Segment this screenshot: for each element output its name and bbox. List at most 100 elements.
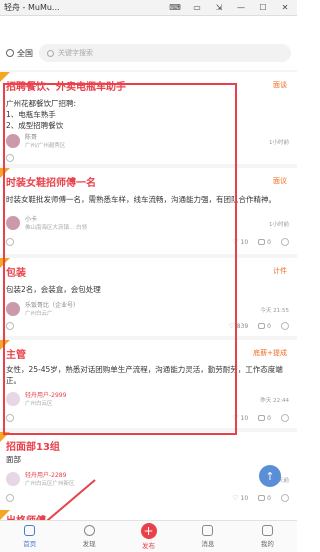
comment-count: 0	[267, 414, 271, 422]
share-icon[interactable]	[6, 322, 14, 330]
nav-messages-label: 消息	[201, 540, 215, 548]
like-count: 839	[236, 322, 249, 330]
resize-icon[interactable]: ⇲	[213, 3, 225, 12]
poster-location: 广州白云区	[25, 401, 53, 407]
job-description: 包装2名，会装盒，会包处理	[6, 285, 101, 294]
plus-icon: +	[140, 523, 157, 539]
poster-name: 轻舟用户-2289	[25, 472, 67, 479]
like-count: 10	[240, 238, 249, 246]
comment-count: 0	[267, 494, 271, 502]
more-icon[interactable]	[281, 494, 289, 502]
card-actions: ♡ 839 0	[6, 322, 289, 330]
nav-messages[interactable]: 消息	[178, 521, 237, 552]
share-icon[interactable]	[6, 238, 14, 246]
job-description: 面部	[6, 455, 21, 464]
poster-info[interactable]: 陈哥 广州/广州越秀区	[6, 132, 65, 149]
comment-button[interactable]: 0	[258, 323, 271, 330]
avatar	[6, 471, 20, 486]
like-count: 10	[240, 494, 249, 502]
nav-publish-label: 发布	[142, 542, 156, 550]
job-title: 主管	[6, 350, 26, 361]
job-title: 出格师傅	[6, 512, 46, 520]
poster-location: 广州/广州越秀区	[25, 143, 66, 149]
heart-icon: ♡	[232, 494, 239, 502]
nav-home[interactable]: 首页	[0, 521, 59, 552]
comment-button[interactable]: 0	[258, 495, 271, 502]
salary-tag: 计件	[273, 267, 287, 275]
job-description: 女性，25-45岁，熟悉对话团购单生产流程，沟通能力灵活，勤劳耐劳，工作态度端正…	[6, 365, 283, 385]
compass-icon	[83, 525, 95, 536]
poster-location: 广州白云区广州新区	[25, 481, 75, 487]
job-card[interactable]: 包装 计件 包装2名，会装盒，会包处理 乐饭哥比（企业号） 广州白云广 今天 2…	[0, 258, 297, 336]
comment-button[interactable]: 0	[258, 239, 271, 246]
screen-icon[interactable]: ▭	[191, 3, 203, 12]
scroll-top-button[interactable]: ↑	[259, 465, 281, 487]
job-card[interactable]: 时装女鞋招师傅一名 面议 时装女鞋批发师傅一名，需熟悉车样，线车流畅，沟通能力强…	[0, 168, 297, 254]
poster-location: 广州白云广	[25, 311, 53, 317]
avatar	[6, 301, 20, 316]
job-card[interactable]: 招聘餐饮、外卖电瓶车助手 面谈 广州花都餐饮厂招聘: 1、电瓶车熟手 2、成型招…	[0, 72, 297, 164]
poster-info[interactable]: 轻舟用户-2289 广州白云区广州新区	[6, 470, 75, 487]
heart-icon: ♡	[232, 414, 239, 422]
poster-location: 佛山南海区大沥镇... 白领	[25, 225, 87, 231]
poster-info[interactable]: 乐饭哥比（企业号） 广州白云广	[6, 300, 79, 317]
job-title: 招聘餐饮、外卖电瓶车助手	[6, 82, 126, 93]
job-card[interactable]: 出格师傅	[0, 510, 297, 520]
job-description: 广州花都餐饮厂招聘: 1、电瓶车熟手 2、成型招聘餐饮	[6, 99, 77, 130]
card-actions	[6, 154, 289, 162]
nav-profile[interactable]: 我的	[238, 521, 297, 552]
job-title: 包装	[6, 268, 26, 279]
location-pin-icon	[6, 49, 14, 57]
share-icon[interactable]	[6, 414, 14, 422]
like-button[interactable]: ♡ 10	[232, 414, 248, 422]
bottom-nav: 首页 发现 + 发布 消息 我的	[0, 520, 297, 552]
job-description: 时装女鞋批发师傅一名，需熟悉车样，线车流畅，沟通能力强，有团队合作精神。	[6, 195, 276, 204]
more-icon[interactable]	[281, 414, 289, 422]
salary-tag: 面议	[273, 177, 287, 185]
share-icon[interactable]	[6, 494, 14, 502]
nav-home-label: 首页	[23, 540, 37, 548]
like-button[interactable]: ♡ 10	[232, 494, 248, 502]
maximize-button[interactable]: ☐	[257, 3, 269, 12]
post-time: 昨天 22:44	[260, 398, 289, 404]
poster-name: 小卡	[25, 216, 38, 223]
nav-discover[interactable]: 发现	[59, 521, 118, 552]
like-button[interactable]: ♡ 839	[228, 322, 248, 330]
more-icon[interactable]	[281, 322, 289, 330]
user-icon	[261, 525, 273, 536]
search-icon	[47, 49, 54, 57]
message-icon	[202, 525, 214, 536]
poster-info[interactable]: 轻舟用户-2999 广州白云区	[6, 390, 66, 407]
avatar	[6, 133, 20, 148]
avatar	[6, 391, 20, 406]
comment-icon	[258, 495, 266, 501]
post-time: 1小时前	[269, 222, 289, 228]
job-card[interactable]: 招面部13组 面部 轻舟用户-2289 广州白云区广州新区 3天前 ♡ 10 0	[0, 432, 297, 512]
poster-name: 轻舟用户-2999	[25, 392, 67, 399]
search-input[interactable]: 关键字搜索	[39, 44, 291, 62]
close-button[interactable]: ✕	[279, 3, 291, 12]
avatar	[6, 215, 20, 230]
poster-info[interactable]: 小卡 佛山南海区大沥镇... 白领	[6, 214, 87, 231]
nav-publish[interactable]: + 发布	[119, 521, 178, 552]
heart-icon: ♡	[228, 322, 235, 330]
window-controls: ⌨ ▭ ⇲ — ☐ ✕	[169, 3, 297, 12]
more-icon[interactable]	[281, 238, 289, 246]
poster-name: 陈哥	[25, 134, 38, 141]
search-placeholder: 关键字搜索	[58, 49, 93, 57]
window-titlebar: 轻舟 - MuMu... ⌨ ▭ ⇲ — ☐ ✕	[0, 0, 297, 16]
comment-button[interactable]: 0	[258, 415, 271, 422]
window-title: 轻舟 - MuMu...	[4, 3, 60, 12]
job-card[interactable]: 主管 底薪+提成 女性，25-45岁，熟悉对话团购单生产流程，沟通能力灵活，勤劳…	[0, 340, 297, 428]
card-actions: ♡ 10 0	[6, 494, 289, 502]
job-feed[interactable]: 招聘餐饮、外卖电瓶车助手 面谈 广州花都餐饮厂招聘: 1、电瓶车熟手 2、成型招…	[0, 70, 297, 520]
like-button[interactable]: ♡ 10	[232, 238, 248, 246]
city-selector[interactable]: 全国	[6, 48, 33, 59]
nav-discover-label: 发现	[82, 540, 96, 548]
comment-count: 0	[267, 322, 271, 330]
share-icon[interactable]	[6, 154, 14, 162]
keyboard-icon[interactable]: ⌨	[169, 3, 181, 12]
minimize-button[interactable]: —	[235, 3, 247, 12]
job-title: 时装女鞋招师傅一名	[6, 178, 96, 189]
home-icon	[24, 525, 36, 536]
